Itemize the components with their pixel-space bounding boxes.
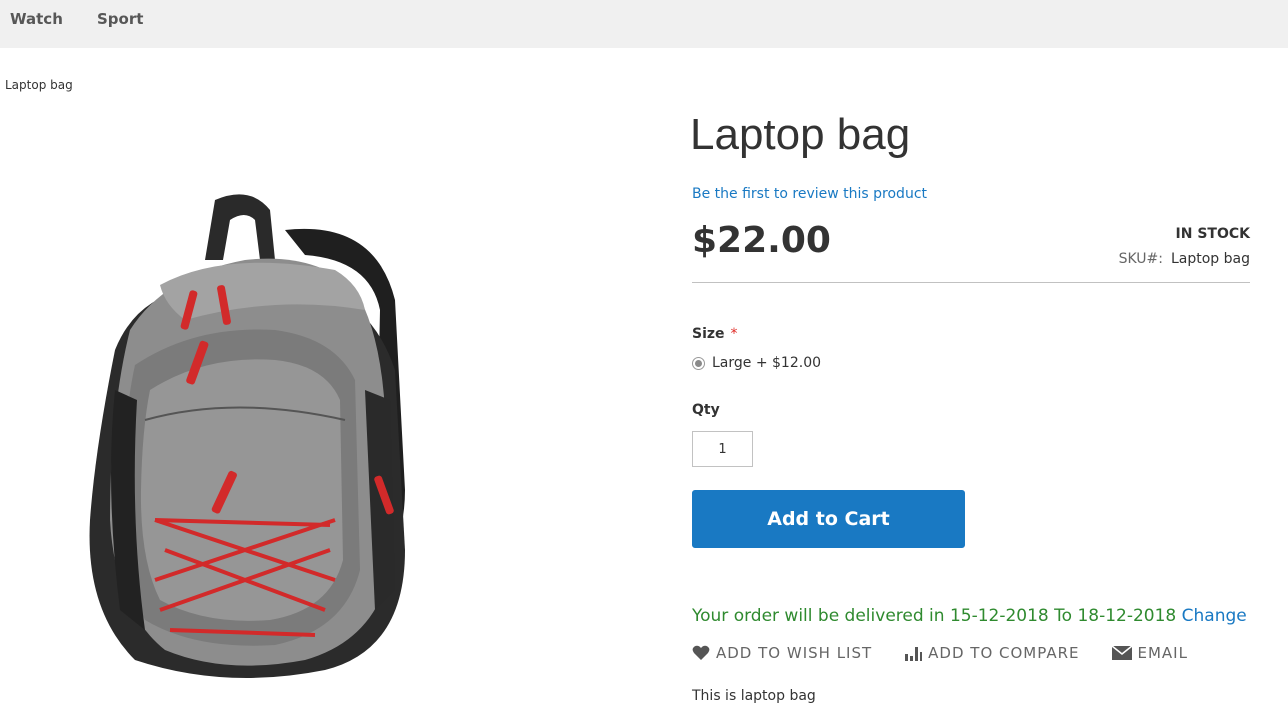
compare-label: Add to Compare [928,644,1080,662]
backpack-image [89,194,405,678]
price-divider [692,282,1250,283]
qty-label: Qty [692,402,720,418]
required-mark: * [730,326,738,342]
review-link[interactable]: Be the first to review this product [692,186,927,202]
product-title: Laptop bag [690,110,911,159]
add-to-wishlist-link[interactable]: Add to Wish List [692,644,872,662]
breadcrumb: Laptop bag [5,78,73,92]
nav-item-watch[interactable]: Watch [10,10,63,28]
sku-label: SKU#: [1118,251,1163,267]
delivery-estimate: Your order will be delivered in 15-12-20… [692,606,1247,626]
sku-value: Laptop bag [1170,251,1250,267]
bar-chart-icon [905,647,923,661]
delivery-change-link[interactable]: Change [1182,606,1247,626]
stock-status: In stock [1175,226,1250,242]
size-option-large[interactable]: Large + $12.00 [692,355,821,371]
product-gallery[interactable] [0,110,560,728]
qty-input[interactable] [692,431,753,467]
add-to-compare-link[interactable]: Add to Compare [904,644,1079,662]
email-label: Email [1137,644,1188,662]
add-to-cart-button[interactable]: Add to Cart [692,490,965,548]
product-price: $22.00 [692,220,831,261]
size-label: Size * [692,326,738,342]
envelope-icon [1111,646,1132,660]
heart-icon [692,645,710,660]
delivery-text: Your order will be delivered in 15-12-20… [692,606,1177,626]
email-link[interactable]: Email [1111,644,1188,662]
product-description: This is laptop bag [692,688,816,704]
nav-item-sport[interactable]: Sport [97,10,143,28]
radio-dot [695,359,702,367]
size-radio[interactable] [692,356,705,370]
product-actions: Add to Wish List Add to Compare Email [692,644,1188,662]
top-navigation: Watch Sport [0,0,1288,48]
wishlist-label: Add to Wish List [716,644,873,662]
size-option-label: Large + $12.00 [712,355,822,371]
size-label-text: Size [692,326,725,342]
product-sku: SKU#: Laptop bag [1119,251,1250,267]
